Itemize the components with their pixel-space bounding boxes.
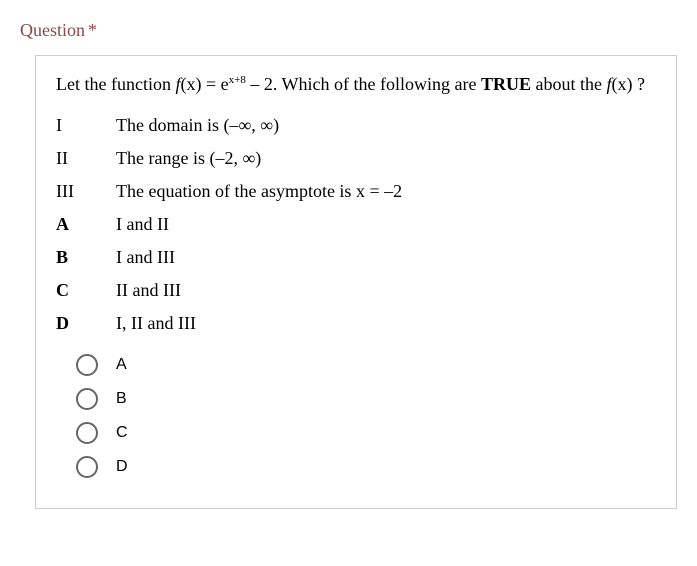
answer-text: I, II and III <box>116 307 414 340</box>
stem-prefix: Let the function <box>56 74 175 94</box>
statement-text: The domain is (–∞, ∞) <box>116 109 414 142</box>
option-label: A <box>116 356 127 374</box>
stmt3-prefix: The equation of the asymptote is <box>116 181 356 201</box>
answer-label: B <box>56 241 116 274</box>
stmt3-var: x <box>356 181 365 201</box>
radio-icon <box>76 354 98 376</box>
option-label: C <box>116 424 128 442</box>
radio-icon <box>76 422 98 444</box>
option-d[interactable]: D <box>76 456 658 478</box>
statement-label: III <box>56 175 116 208</box>
table-row: D I, II and III <box>56 307 414 340</box>
question-content: Let the function f(x) = ex+8 – 2. Which … <box>35 55 677 509</box>
question-label: Question* <box>20 20 677 41</box>
answer-text: I and III <box>116 241 414 274</box>
stem-suffix: about the <box>531 74 606 94</box>
table-row: I The domain is (–∞, ∞) <box>56 109 414 142</box>
option-label: D <box>116 458 128 476</box>
answer-label: C <box>56 274 116 307</box>
stem-func-right: – 2. Which of the following are <box>246 74 481 94</box>
statement-text: The equation of the asymptote is x = –2 <box>116 175 414 208</box>
answer-text: I and II <box>116 208 414 241</box>
question-stem: Let the function f(x) = ex+8 – 2. Which … <box>56 74 658 95</box>
stmt3-rest: = –2 <box>365 181 402 201</box>
option-a[interactable]: A <box>76 354 658 376</box>
table-row: II The range is (–2, ∞) <box>56 142 414 175</box>
statement-label: II <box>56 142 116 175</box>
answer-label: D <box>56 307 116 340</box>
answer-options: A B C D <box>76 354 658 478</box>
statement-label: I <box>56 109 116 142</box>
table-row: B I and III <box>56 241 414 274</box>
answer-text: II and III <box>116 274 414 307</box>
required-asterisk: * <box>88 20 97 40</box>
question-title: Question <box>20 20 85 40</box>
stem-tail-arg: (x) ? <box>611 74 644 94</box>
option-c[interactable]: C <box>76 422 658 444</box>
statement-text: The range is (–2, ∞) <box>116 142 414 175</box>
stem-exponent: x+8 <box>229 74 246 86</box>
option-label: B <box>116 390 127 408</box>
radio-icon <box>76 456 98 478</box>
stem-func-arg: (x) = e <box>180 74 228 94</box>
table-row: A I and II <box>56 208 414 241</box>
stem-bold: TRUE <box>481 74 531 94</box>
table-row: III The equation of the asymptote is x =… <box>56 175 414 208</box>
statements-table: I The domain is (–∞, ∞) II The range is … <box>56 109 414 340</box>
option-b[interactable]: B <box>76 388 658 410</box>
table-row: C II and III <box>56 274 414 307</box>
answer-label: A <box>56 208 116 241</box>
radio-icon <box>76 388 98 410</box>
